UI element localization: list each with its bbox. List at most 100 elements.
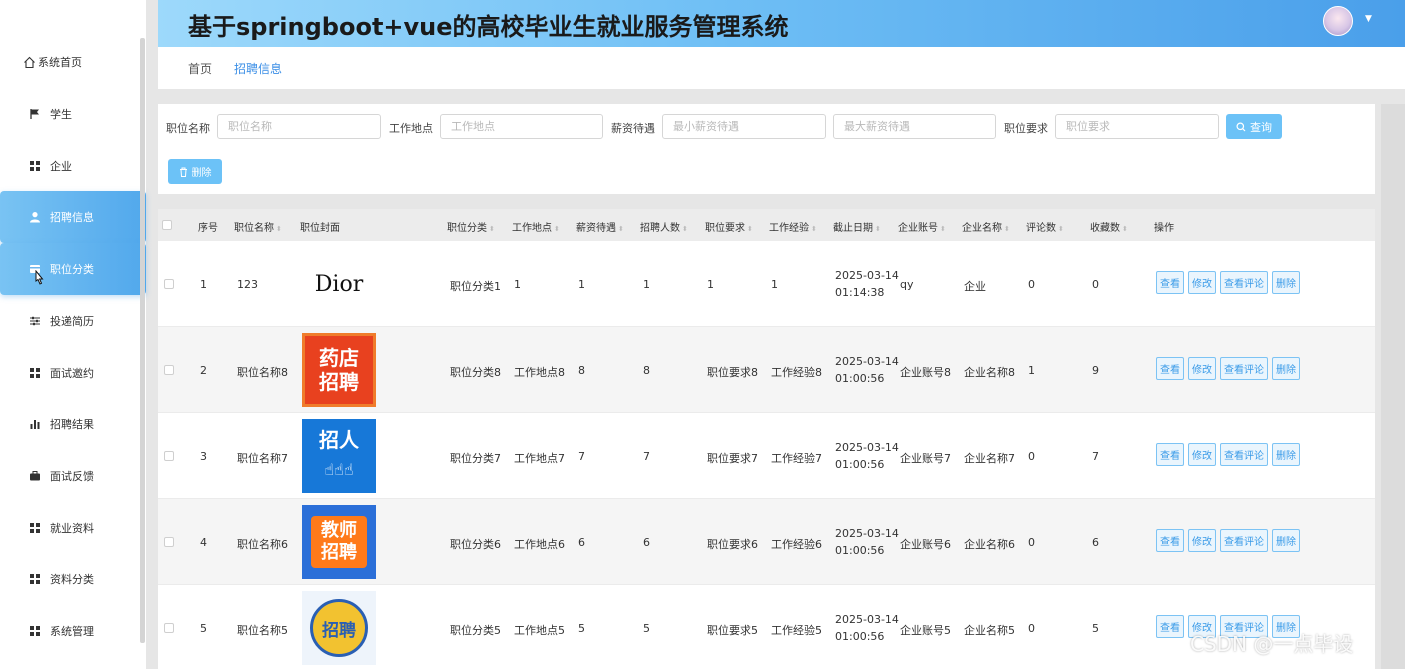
delete-button[interactable]: 删除 <box>1272 443 1300 466</box>
sidebar-item-material-category[interactable]: 资料分类 <box>0 553 146 605</box>
position-name-input[interactable]: 职位名称 <box>217 114 381 139</box>
cell-count: 7 <box>643 450 650 463</box>
row-actions: 查看 修改 查看评论 删除 <box>1156 529 1300 552</box>
breadcrumb-home[interactable]: 首页 <box>188 60 212 77</box>
batch-delete-button[interactable]: 删除 <box>168 159 222 184</box>
sidebar-item-home[interactable]: 系统首页 <box>0 36 146 88</box>
col-company-account[interactable]: 企业账号 ⬍ <box>898 219 946 234</box>
page-scrollbar[interactable] <box>1381 104 1405 669</box>
cell-location: 工作地点5 <box>514 624 565 637</box>
cell-category: 职位分类6 <box>450 538 501 551</box>
view-comments-button[interactable]: 查看评论 <box>1220 357 1268 380</box>
table-header: 序号 职位名称 ⬍ 职位封面 职位分类 ⬍ 工作地点 ⬍ 薪资待遇 ⬍ 招聘人数 ⬍ 职位… <box>158 209 1375 241</box>
edit-button[interactable]: 修改 <box>1188 443 1216 466</box>
cell-location: 工作地点6 <box>514 538 565 551</box>
salary-label: 薪资待遇 <box>611 122 655 135</box>
sort-icon: ⬍ <box>554 225 560 233</box>
cell-index: 2 <box>200 364 207 377</box>
sort-icon: ⬍ <box>940 225 946 233</box>
col-salary[interactable]: 薪资待遇 ⬍ <box>576 219 624 234</box>
delete-button[interactable]: 删除 <box>1272 271 1300 294</box>
row-actions: 查看 修改 查看评论 删除 <box>1156 443 1300 466</box>
view-comments-button[interactable]: 查看评论 <box>1220 529 1268 552</box>
row-checkbox[interactable] <box>164 279 174 289</box>
cell-salary: 1 <box>578 278 585 291</box>
col-comments[interactable]: 评论数 ⬍ <box>1026 219 1064 234</box>
query-button[interactable]: 查询 <box>1226 114 1282 139</box>
col-cover: 职位封面 <box>300 223 340 234</box>
view-button[interactable]: 查看 <box>1156 443 1184 466</box>
sidebar-item-label: 企业 <box>50 160 72 173</box>
view-comments-button[interactable]: 查看评论 <box>1220 443 1268 466</box>
salary-max-input[interactable]: 最大薪资待遇 <box>833 114 996 139</box>
col-deadline[interactable]: 截止日期 ⬍ <box>833 219 881 234</box>
sidebar-item-student[interactable]: 学生 <box>0 88 146 140</box>
row-checkbox[interactable] <box>164 623 174 633</box>
cell-requirement: 1 <box>707 278 714 291</box>
cell-salary: 6 <box>578 536 585 549</box>
sort-icon: ⬍ <box>276 225 282 233</box>
view-button[interactable]: 查看 <box>1156 529 1184 552</box>
sidebar-item-system-admin[interactable]: 系统管理 <box>0 605 146 657</box>
row-checkbox[interactable] <box>164 451 174 461</box>
view-comments-button[interactable]: 查看评论 <box>1220 271 1268 294</box>
col-location[interactable]: 工作地点 ⬍ <box>512 219 560 234</box>
col-favorites[interactable]: 收藏数 ⬍ <box>1090 219 1128 234</box>
edit-button[interactable]: 修改 <box>1188 357 1216 380</box>
requirement-input[interactable]: 职位要求 <box>1055 114 1219 139</box>
view-button[interactable]: 查看 <box>1156 615 1184 638</box>
delete-button[interactable]: 删除 <box>1272 529 1300 552</box>
cell-experience: 工作经验8 <box>771 366 822 379</box>
sidebar-item-employment-materials[interactable]: 就业资料 <box>0 502 146 554</box>
view-button[interactable]: 查看 <box>1156 357 1184 380</box>
sidebar-item-company[interactable]: 企业 <box>0 140 146 192</box>
cell-location: 工作地点8 <box>514 366 565 379</box>
select-all-checkbox[interactable] <box>162 220 172 230</box>
cell-index: 1 <box>200 278 207 291</box>
cell-requirement: 职位要求6 <box>707 538 758 551</box>
view-button[interactable]: 查看 <box>1156 271 1184 294</box>
edit-button[interactable]: 修改 <box>1188 271 1216 294</box>
grid-icon <box>28 572 42 586</box>
requirement-label: 职位要求 <box>1004 122 1048 135</box>
avatar[interactable] <box>1323 6 1353 36</box>
col-company-name[interactable]: 企业名称 ⬍ <box>962 219 1010 234</box>
cell-experience: 工作经验5 <box>771 624 822 637</box>
edit-button[interactable]: 修改 <box>1188 529 1216 552</box>
cell-position-name: 职位名称7 <box>237 452 288 465</box>
sidebar-item-interview-invite[interactable]: 面试邀约 <box>0 347 146 399</box>
chevron-down-icon[interactable]: ▼ <box>1365 14 1372 24</box>
cell-company-name: 企业名称8 <box>964 366 1015 379</box>
row-checkbox[interactable] <box>164 537 174 547</box>
col-requirement[interactable]: 职位要求 ⬍ <box>705 219 753 234</box>
cell-company-name: 企业名称7 <box>964 452 1015 465</box>
sidebar-item-interview-feedback[interactable]: 面试反馈 <box>0 450 146 502</box>
cell-count: 1 <box>643 278 650 291</box>
cell-salary: 7 <box>578 450 585 463</box>
sidebar-item-label: 招聘信息 <box>50 211 94 224</box>
cell-company-account: 企业账号8 <box>900 366 951 379</box>
sort-icon: ⬍ <box>1058 225 1064 233</box>
cell-position-name: 123 <box>237 278 258 291</box>
row-checkbox[interactable] <box>164 365 174 375</box>
sidebar-item-recruit-result[interactable]: 招聘结果 <box>0 398 146 450</box>
cell-category: 职位分类7 <box>450 452 501 465</box>
col-position-name[interactable]: 职位名称 ⬍ <box>234 219 282 234</box>
breadcrumb-current: 招聘信息 <box>234 61 283 76</box>
sidebar-item-submit-resume[interactable]: 投递简历 <box>0 295 146 347</box>
col-count[interactable]: 招聘人数 ⬍ <box>640 219 688 234</box>
delete-button[interactable]: 删除 <box>1272 357 1300 380</box>
col-experience[interactable]: 工作经验 ⬍ <box>769 219 817 234</box>
grid-icon <box>28 366 42 380</box>
sidebar-item-job-category[interactable]: 职位分类 <box>0 243 146 295</box>
salary-min-input[interactable]: 最小薪资待遇 <box>662 114 826 139</box>
col-category[interactable]: 职位分类 ⬍ <box>447 219 495 234</box>
sidebar-item-label: 招聘结果 <box>50 418 94 431</box>
sidebar-scrollbar[interactable] <box>140 38 145 643</box>
trash-icon <box>179 167 188 177</box>
sidebar-item-label: 职位分类 <box>50 263 94 276</box>
location-input[interactable]: 工作地点 <box>440 114 603 139</box>
cell-company-account: 企业账号5 <box>900 624 951 637</box>
cell-count: 5 <box>643 622 650 635</box>
sidebar-item-recruit-info[interactable]: 招聘信息 <box>0 191 146 243</box>
